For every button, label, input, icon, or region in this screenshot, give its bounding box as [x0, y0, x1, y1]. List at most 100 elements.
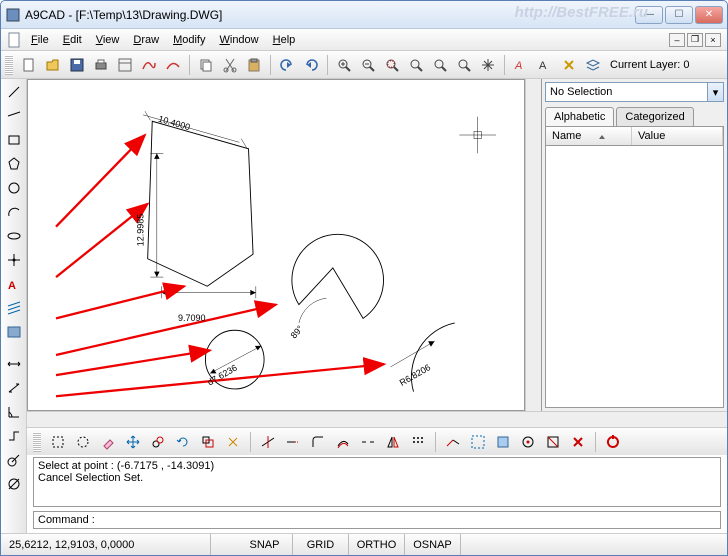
status-ortho[interactable]: ORTHO: [349, 534, 405, 555]
image-tool-icon[interactable]: [3, 321, 25, 343]
array-icon[interactable]: [407, 431, 429, 453]
dimension-style-icon[interactable]: A: [534, 54, 556, 76]
draw-toolbar: A: [1, 79, 27, 533]
open-file-icon[interactable]: [42, 54, 64, 76]
dim-linear-icon[interactable]: [3, 353, 25, 375]
tab-categorized[interactable]: Categorized: [616, 107, 693, 126]
canvas-hscroll[interactable]: [27, 411, 727, 427]
status-grid[interactable]: GRID: [293, 534, 349, 555]
copy-icon[interactable]: [195, 54, 217, 76]
point-tool-icon[interactable]: [3, 249, 25, 271]
maximize-button[interactable]: ☐: [665, 6, 693, 24]
mirror-icon[interactable]: [382, 431, 404, 453]
extend-icon[interactable]: [282, 431, 304, 453]
dim-ordinate-icon[interactable]: [3, 425, 25, 447]
toolbar-grip[interactable]: [33, 432, 41, 452]
dim-angular-icon[interactable]: [3, 401, 25, 423]
status-snap[interactable]: SNAP: [237, 534, 293, 555]
join-icon[interactable]: [442, 431, 464, 453]
cut-icon[interactable]: [219, 54, 241, 76]
menu-edit[interactable]: Edit: [63, 34, 82, 46]
spline-tool-icon[interactable]: [162, 54, 184, 76]
mdi-close-button[interactable]: ×: [705, 33, 721, 47]
insert-icon[interactable]: [517, 431, 539, 453]
ellipse-tool-icon[interactable]: [3, 225, 25, 247]
zoom-previous-icon[interactable]: [453, 54, 475, 76]
arc-tool-icon[interactable]: [3, 201, 25, 223]
menu-window[interactable]: Window: [219, 34, 258, 46]
menu-draw[interactable]: Draw: [133, 34, 159, 46]
close-button[interactable]: ✕: [695, 6, 723, 24]
dim-radius-icon[interactable]: [3, 449, 25, 471]
mdi-restore-button[interactable]: ❐: [687, 33, 703, 47]
status-osnap[interactable]: OSNAP: [405, 534, 461, 555]
layers-icon[interactable]: [582, 54, 604, 76]
properties-table-header: Name Value: [545, 126, 724, 146]
toolbar-grip[interactable]: [5, 55, 13, 75]
menu-help[interactable]: Help: [273, 34, 296, 46]
svg-text:A: A: [8, 280, 16, 292]
col-name[interactable]: Name: [546, 127, 632, 145]
doc-icon: [7, 32, 23, 48]
polyline-tool-icon[interactable]: [138, 54, 160, 76]
move-icon[interactable]: [122, 431, 144, 453]
zoom-out-icon[interactable]: [357, 54, 379, 76]
dim-label-2: 12.9985: [135, 214, 145, 247]
zoom-window-icon[interactable]: [381, 54, 403, 76]
dim-diameter-icon[interactable]: [3, 473, 25, 495]
block-icon[interactable]: [492, 431, 514, 453]
selection-combo[interactable]: No Selection ▾: [545, 82, 724, 102]
trim-icon[interactable]: [257, 431, 279, 453]
save-icon[interactable]: [66, 54, 88, 76]
paste-icon[interactable]: [243, 54, 265, 76]
command-history: Select at point : (-6.7175 , -14.3091) C…: [33, 457, 721, 507]
menu-file[interactable]: File: [31, 34, 49, 46]
circle-tool-icon[interactable]: [3, 177, 25, 199]
pan-icon[interactable]: [477, 54, 499, 76]
undo-icon[interactable]: [276, 54, 298, 76]
col-value[interactable]: Value: [632, 127, 723, 145]
select-rect-icon[interactable]: [47, 431, 69, 453]
rotate-icon[interactable]: [172, 431, 194, 453]
print-icon[interactable]: [90, 54, 112, 76]
polygon-tool-icon[interactable]: [3, 153, 25, 175]
copy-obj-icon[interactable]: [147, 431, 169, 453]
hatch-tool-icon[interactable]: [3, 297, 25, 319]
chevron-down-icon[interactable]: ▾: [707, 83, 723, 101]
menu-view[interactable]: View: [96, 34, 120, 46]
redo-icon[interactable]: [300, 54, 322, 76]
zoom-realtime-icon[interactable]: [429, 54, 451, 76]
zoom-in-icon[interactable]: [333, 54, 355, 76]
properties-panel: No Selection ▾ Alphabetic Categorized Na…: [541, 79, 727, 411]
match-props-icon[interactable]: [542, 431, 564, 453]
canvas-vscroll[interactable]: [525, 79, 541, 411]
current-layer-label: Current Layer: 0: [606, 59, 693, 71]
options-icon[interactable]: [558, 54, 580, 76]
select-circle-icon[interactable]: [72, 431, 94, 453]
scale-icon[interactable]: [197, 431, 219, 453]
explode-icon[interactable]: [222, 431, 244, 453]
zoom-extents-icon[interactable]: [405, 54, 427, 76]
text-tool-icon[interactable]: A: [3, 273, 25, 295]
mdi-minimize-button[interactable]: –: [669, 33, 685, 47]
rectangle-tool-icon[interactable]: [3, 129, 25, 151]
purge-icon[interactable]: [567, 431, 589, 453]
text-style-icon[interactable]: A: [510, 54, 532, 76]
erase-icon[interactable]: [97, 431, 119, 453]
ray-tool-icon[interactable]: [3, 105, 25, 127]
new-file-icon[interactable]: [18, 54, 40, 76]
dim-aligned-icon[interactable]: [3, 377, 25, 399]
dim-label-3: 9.7090: [178, 313, 206, 323]
group-icon[interactable]: [467, 431, 489, 453]
fillet-icon[interactable]: [307, 431, 329, 453]
properties-icon[interactable]: [114, 54, 136, 76]
break-icon[interactable]: [357, 431, 379, 453]
command-input[interactable]: Command :: [33, 511, 721, 529]
command-prompt: Command :: [38, 514, 95, 526]
osnap-icon[interactable]: [602, 431, 624, 453]
drawing-canvas[interactable]: 10.4000 12.9985 9.7090 d7.6236 R6.8206 8…: [27, 79, 525, 411]
tab-alphabetic[interactable]: Alphabetic: [545, 107, 614, 126]
line-tool-icon[interactable]: [3, 81, 25, 103]
menu-modify[interactable]: Modify: [173, 34, 205, 46]
offset-icon[interactable]: [332, 431, 354, 453]
